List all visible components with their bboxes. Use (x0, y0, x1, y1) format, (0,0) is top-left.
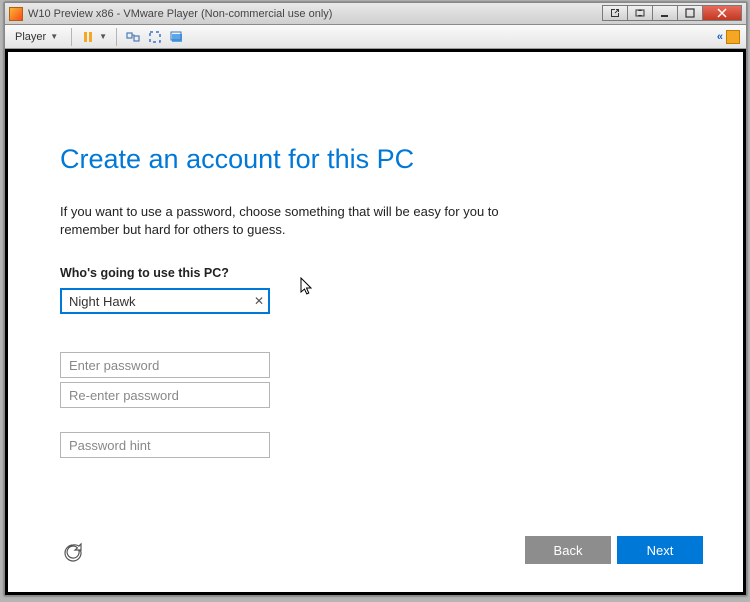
next-button[interactable]: Next (617, 536, 703, 564)
password-input[interactable] (60, 352, 270, 378)
minimize-button[interactable] (652, 5, 678, 21)
window-title: W10 Preview x86 - VMware Player (Non-com… (28, 8, 332, 20)
page-title: Create an account for this PC (60, 144, 596, 175)
app-icon (9, 7, 23, 21)
collapse-chevrons-icon[interactable]: « (717, 31, 720, 43)
maximize-button[interactable] (677, 5, 703, 21)
window-frame: W10 Preview x86 - VMware Player (Non-com… (4, 2, 747, 596)
fullscreen-icon[interactable] (147, 29, 163, 45)
guest-screen: Create an account for this PC If you wan… (8, 52, 743, 592)
player-toolbar: Player ▼ ▼ « (5, 25, 746, 49)
popout-button[interactable] (602, 5, 628, 21)
username-label: Who's going to use this PC? (60, 266, 596, 280)
devices-icon[interactable] (125, 29, 141, 45)
chevron-down-icon[interactable]: ▼ (99, 32, 107, 41)
tools-icon[interactable] (726, 30, 740, 44)
chevron-down-icon: ▼ (50, 32, 58, 41)
username-input[interactable] (60, 288, 270, 314)
password-hint-input[interactable] (60, 432, 270, 458)
vm-surface: Create an account for this PC If you wan… (5, 49, 746, 595)
shrink-button[interactable] (627, 5, 653, 21)
player-menu[interactable]: Player ▼ (11, 30, 62, 44)
page-description: If you want to use a password, choose so… (60, 203, 540, 238)
accessibility-icon[interactable] (62, 542, 84, 564)
unity-icon[interactable] (169, 29, 185, 45)
pause-icon[interactable] (80, 29, 96, 45)
separator (116, 28, 117, 46)
player-menu-label: Player (15, 31, 46, 43)
titlebar: W10 Preview x86 - VMware Player (Non-com… (5, 3, 746, 25)
back-button[interactable]: Back (525, 536, 611, 564)
close-button[interactable] (702, 5, 742, 21)
password-confirm-input[interactable] (60, 382, 270, 408)
separator (71, 28, 72, 46)
clear-icon[interactable]: ✕ (254, 294, 264, 308)
